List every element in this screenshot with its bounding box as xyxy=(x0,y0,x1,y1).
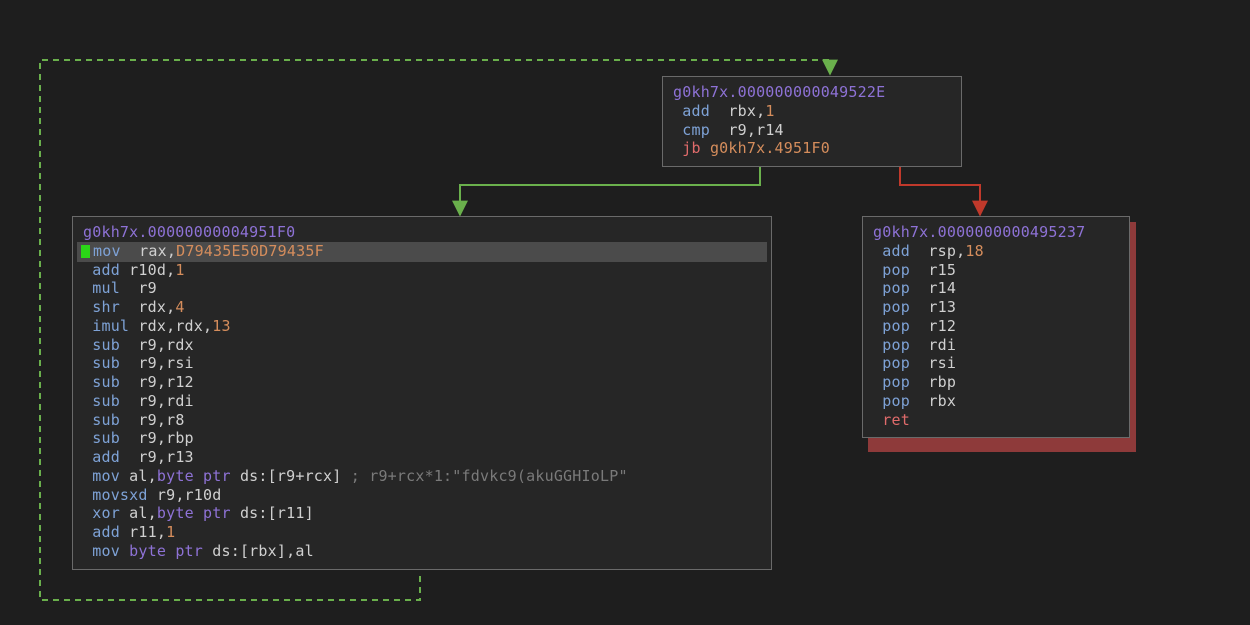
asm-line: pop r13 xyxy=(873,298,1119,317)
asm-line: pop rsi xyxy=(873,354,1119,373)
asm-line: pop r12 xyxy=(873,317,1119,336)
block-address-label: g0kh7x.0000000000495237 xyxy=(873,223,1119,242)
asm-line-current: mov rax,D79435E50D79435F xyxy=(83,242,761,261)
asm-line: add r10d,1 xyxy=(83,261,761,280)
cfg-node-4951F0[interactable]: g0kh7x.00000000004951F0 mov rax,D79435E5… xyxy=(72,216,772,570)
cfg-node-495237[interactable]: g0kh7x.0000000000495237 add rsp,18 pop r… xyxy=(862,216,1130,438)
asm-line: pop r14 xyxy=(873,279,1119,298)
asm-line: pop rbx xyxy=(873,392,1119,411)
asm-line: sub r9,rdi xyxy=(83,392,761,411)
edge-true-branch xyxy=(460,160,760,215)
asm-line: shr rdx,4 xyxy=(83,298,761,317)
asm-line: add rbx,1 xyxy=(673,102,951,121)
cfg-canvas[interactable]: g0kh7x.000000000049522E add rbx,1 cmp r9… xyxy=(0,0,1250,625)
asm-line: cmp r9,r14 xyxy=(673,121,951,140)
asm-line: sub r9,rsi xyxy=(83,354,761,373)
asm-line: sub r9,r12 xyxy=(83,373,761,392)
asm-line: pop rbp xyxy=(873,373,1119,392)
asm-line: sub r9,rbp xyxy=(83,429,761,448)
asm-line: mul r9 xyxy=(83,279,761,298)
asm-line: sub r9,rdx xyxy=(83,336,761,355)
asm-line: movsxd r9,r10d xyxy=(83,486,761,505)
asm-line: add rsp,18 xyxy=(873,242,1119,261)
asm-branch-line: jb g0kh7x.4951F0 xyxy=(673,139,951,158)
asm-line: mov al,byte ptr ds:[r9+rcx] ; r9+rcx*1:"… xyxy=(83,467,761,486)
block-address-label: g0kh7x.00000000004951F0 xyxy=(83,223,761,242)
asm-line: add r9,r13 xyxy=(83,448,761,467)
edge-false-branch xyxy=(900,160,980,215)
block-address-label: g0kh7x.000000000049522E xyxy=(673,83,951,102)
asm-line: pop rdi xyxy=(873,336,1119,355)
asm-line: mov byte ptr ds:[rbx],al xyxy=(83,542,761,561)
asm-line: add r11,1 xyxy=(83,523,761,542)
asm-line: sub r9,r8 xyxy=(83,411,761,430)
asm-return-line: ret xyxy=(873,411,1119,430)
cfg-node-49522E[interactable]: g0kh7x.000000000049522E add rbx,1 cmp r9… xyxy=(662,76,962,167)
asm-line: pop r15 xyxy=(873,261,1119,280)
asm-line: imul rdx,rdx,13 xyxy=(83,317,761,336)
asm-line: xor al,byte ptr ds:[r11] xyxy=(83,504,761,523)
